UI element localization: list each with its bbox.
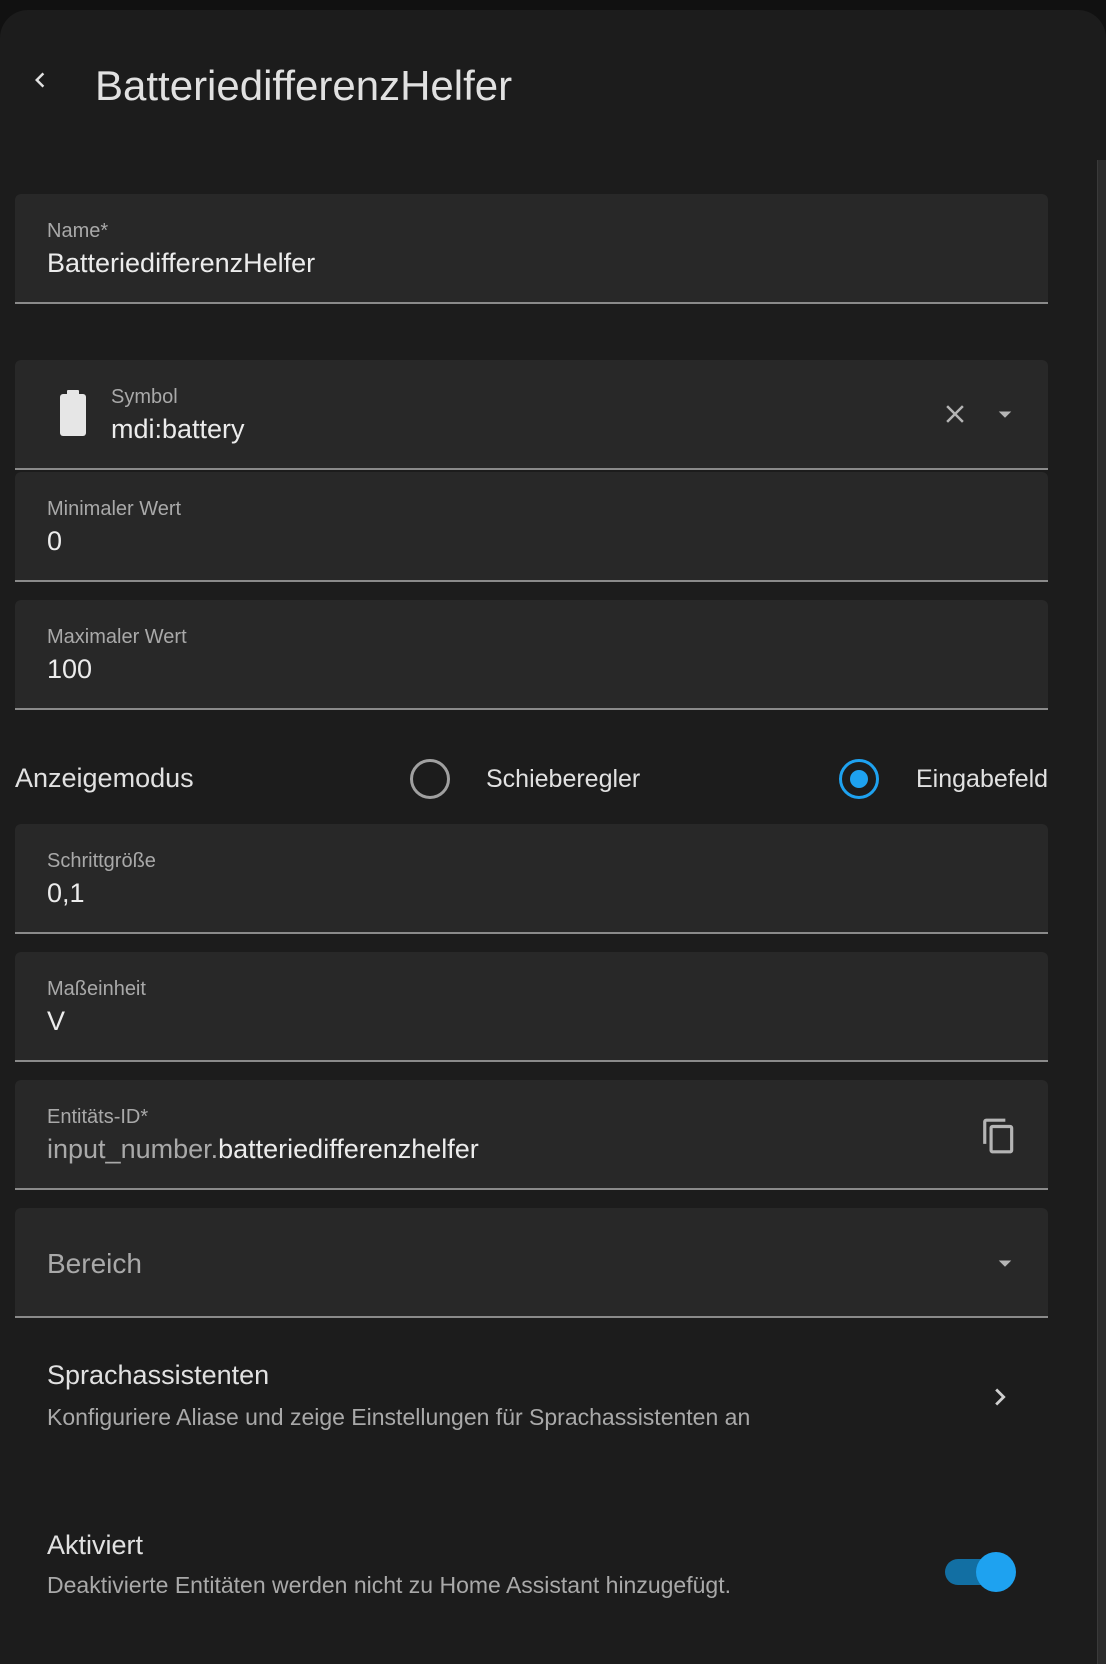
max-value-field[interactable]: Maximaler Wert 100 (15, 600, 1048, 710)
unit-label: Maßeinheit (47, 978, 146, 1000)
radio-input-field-label[interactable]: Eingabefeld (916, 765, 1048, 794)
battery-icon (60, 390, 86, 436)
symbol-field[interactable]: Symbol mdi:battery (15, 360, 1048, 470)
menu-down-icon (998, 411, 1012, 418)
radio-input-field[interactable] (839, 759, 879, 799)
name-value[interactable]: BatteriedifferenzHelfer (47, 248, 315, 279)
chevron-right-icon (995, 1388, 1006, 1406)
symbol-dropdown-button[interactable] (983, 392, 1027, 436)
step-size-input[interactable]: 0,1 (47, 878, 85, 909)
enabled-toggle[interactable] (945, 1548, 1016, 1592)
chevron-left-icon (35, 72, 45, 88)
entity-id-input[interactable]: batteriedifferenzhelfer (218, 1134, 479, 1164)
name-field[interactable]: Name* BatteriedifferenzHelfer (15, 194, 1048, 304)
max-value-label: Maximaler Wert (47, 626, 187, 648)
back-button[interactable] (16, 56, 64, 104)
entity-id-label: Entitäts-ID* (47, 1106, 149, 1128)
radio-slider-label[interactable]: Schieberegler (486, 765, 640, 794)
close-icon (946, 405, 964, 423)
enabled-subtitle: Deaktivierte Entitäten werden nicht zu H… (47, 1572, 731, 1598)
area-placeholder: Bereich (47, 1248, 142, 1279)
display-mode-label: Anzeigemodus (15, 763, 194, 793)
symbol-value[interactable]: mdi:battery (111, 414, 245, 445)
radio-slider[interactable] (410, 759, 450, 799)
dialog: BatteriedifferenzHelfer Name* Batteriedi… (0, 10, 1106, 1664)
voice-assistants-item[interactable]: Sprachassistenten Konfiguriere Aliase un… (15, 1360, 1048, 1460)
display-mode-row: Anzeigemodus Schieberegler Eingabefeld (15, 745, 1048, 815)
enabled-item: Aktiviert Deaktivierte Entitäten werden … (15, 1530, 1048, 1620)
area-field[interactable]: Bereich (15, 1208, 1048, 1318)
dialog-header: BatteriedifferenzHelfer (0, 10, 1106, 150)
enabled-title: Aktiviert (47, 1530, 144, 1560)
copy-entity-id-button[interactable] (975, 1112, 1023, 1160)
voice-assistants-title: Sprachassistenten (47, 1360, 270, 1390)
unit-field[interactable]: Maßeinheit V (15, 952, 1048, 1062)
min-value-input[interactable]: 0 (47, 526, 62, 557)
unit-input[interactable]: V (47, 1006, 65, 1037)
menu-down-icon (998, 1260, 1012, 1267)
copy-icon (983, 1118, 1014, 1154)
min-value-field[interactable]: Minimaler Wert 0 (15, 472, 1048, 582)
clear-symbol-button[interactable] (933, 392, 977, 436)
voice-assistants-subtitle: Konfiguriere Aliase und zeige Einstellun… (47, 1404, 751, 1430)
symbol-label: Symbol (111, 386, 178, 408)
entity-id-value[interactable]: input_number.batteriedifferenzhelfer (47, 1134, 479, 1165)
name-label: Name* (47, 220, 109, 242)
area-dropdown-button[interactable] (983, 1241, 1027, 1285)
entity-id-field[interactable]: Entitäts-ID* input_number.batteriediffer… (15, 1080, 1048, 1190)
page-title: BatteriedifferenzHelfer (95, 62, 513, 109)
step-size-label: Schrittgröße (47, 850, 156, 872)
max-value-input[interactable]: 100 (47, 654, 92, 685)
toggle-thumb (976, 1552, 1016, 1592)
min-value-label: Minimaler Wert (47, 498, 182, 520)
scrollbar[interactable] (1097, 160, 1106, 1664)
entity-id-prefix: input_number. (47, 1134, 219, 1164)
step-size-field[interactable]: Schrittgröße 0,1 (15, 824, 1048, 934)
